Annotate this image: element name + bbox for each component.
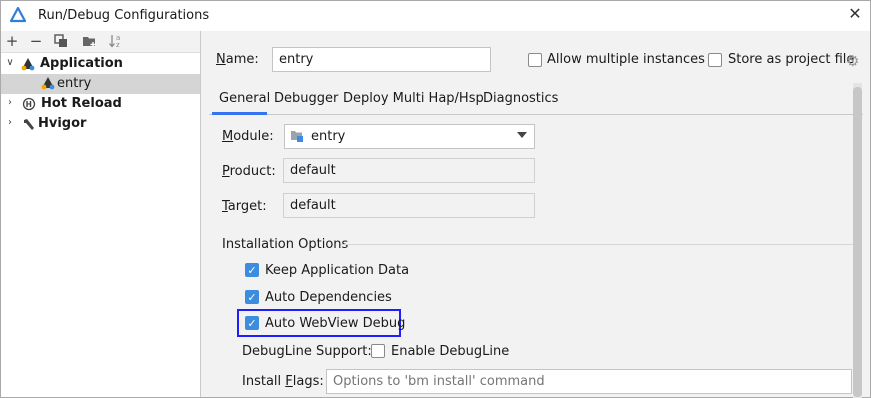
tab-general[interactable]: General xyxy=(219,91,270,106)
tree-item-label: entry xyxy=(57,76,92,91)
remove-configuration-button[interactable]: − xyxy=(28,33,44,49)
move-to-folder-icon[interactable] xyxy=(82,34,97,48)
window-title: Run/Debug Configurations xyxy=(38,8,210,23)
name-label: Name: xyxy=(216,52,259,67)
auto-dependencies-label: Auto Dependencies xyxy=(265,290,392,305)
debugline-support-label: DebugLine Support: xyxy=(242,344,372,359)
tree-item-hot-reload[interactable]: › H Hot Reload xyxy=(1,94,200,114)
install-flags-label: Install Flags: xyxy=(242,374,324,389)
allow-multiple-instances-checkbox[interactable] xyxy=(528,53,542,67)
store-as-project-file-checkbox[interactable] xyxy=(708,53,722,67)
keep-application-data-label: Keep Application Data xyxy=(265,263,410,278)
enable-debugline-label: Enable DebugLine xyxy=(391,344,510,359)
tree-item-label: Application xyxy=(40,56,123,71)
tab-debugger[interactable]: Debugger xyxy=(274,91,338,106)
copy-configuration-icon[interactable] xyxy=(54,34,68,48)
auto-dependencies-checkbox[interactable]: ✓ xyxy=(245,290,259,304)
tree-item-application[interactable]: ∨ Application xyxy=(1,54,200,74)
module-value: entry xyxy=(311,129,346,144)
tab-deploy-multi-hap-hsp[interactable]: Deploy Multi Hap/Hsp xyxy=(343,91,484,106)
config-toolbar: + − a z xyxy=(1,31,200,52)
title-bar: Run/Debug Configurations ✕ xyxy=(1,1,870,31)
product-label: Product: xyxy=(222,164,276,179)
module-folder-icon xyxy=(291,131,303,142)
store-as-project-file-label: Store as project file xyxy=(728,52,855,67)
gear-icon[interactable]: ⚙ xyxy=(846,52,859,70)
chevron-right-icon[interactable]: › xyxy=(4,116,16,130)
close-icon[interactable]: ✕ xyxy=(846,5,864,23)
application-icon xyxy=(21,58,35,71)
scrollbar-thumb[interactable] xyxy=(853,87,862,397)
svg-text:z: z xyxy=(116,41,120,49)
chevron-down-icon[interactable]: ∨ xyxy=(4,56,16,70)
run-debug-configurations-dialog: Run/Debug Configurations ✕ + − a z ∨ App… xyxy=(0,0,871,398)
chevron-down-icon[interactable] xyxy=(517,132,527,138)
tab-diagnostics[interactable]: Diagnostics xyxy=(483,91,558,106)
svg-text:H: H xyxy=(26,100,32,109)
application-icon xyxy=(41,77,55,90)
auto-webview-debug-checkbox[interactable]: ✓ xyxy=(245,316,259,330)
active-tab-indicator xyxy=(212,112,267,115)
config-tabs: General Debugger Deploy Multi Hap/Hsp Di… xyxy=(209,83,863,115)
keep-application-data-checkbox[interactable]: ✓ xyxy=(245,263,259,277)
product-field: default xyxy=(283,158,535,183)
enable-debugline-checkbox[interactable] xyxy=(371,344,385,358)
module-label: Module: xyxy=(222,129,274,144)
hvigor-icon xyxy=(24,119,34,130)
chevron-right-icon[interactable]: › xyxy=(4,96,16,110)
tree-item-entry[interactable]: entry xyxy=(1,74,200,94)
install-flags-input[interactable] xyxy=(326,369,852,394)
allow-multiple-instances-label: Allow multiple instances xyxy=(547,52,705,67)
section-divider xyxy=(341,244,855,245)
tree-item-label: Hvigor xyxy=(38,116,87,131)
target-label: Target: xyxy=(222,199,267,214)
sort-icon[interactable]: a z xyxy=(108,33,124,49)
tree-item-label: Hot Reload xyxy=(41,96,122,111)
name-input[interactable]: entry xyxy=(272,47,491,72)
configuration-tree: ∨ Application entry › H Hot Reload › Hvi… xyxy=(1,52,200,397)
add-configuration-button[interactable]: + xyxy=(4,33,20,49)
installation-options-title: Installation Options xyxy=(222,237,349,252)
target-field: default xyxy=(283,193,535,218)
tree-item-hvigor[interactable]: › Hvigor xyxy=(1,114,200,134)
app-logo-icon xyxy=(10,7,26,23)
module-select[interactable]: entry xyxy=(284,124,535,149)
auto-webview-debug-label: Auto WebView Debug xyxy=(265,316,406,331)
hot-reload-icon: H xyxy=(22,97,36,111)
pane-divider[interactable] xyxy=(200,31,201,397)
